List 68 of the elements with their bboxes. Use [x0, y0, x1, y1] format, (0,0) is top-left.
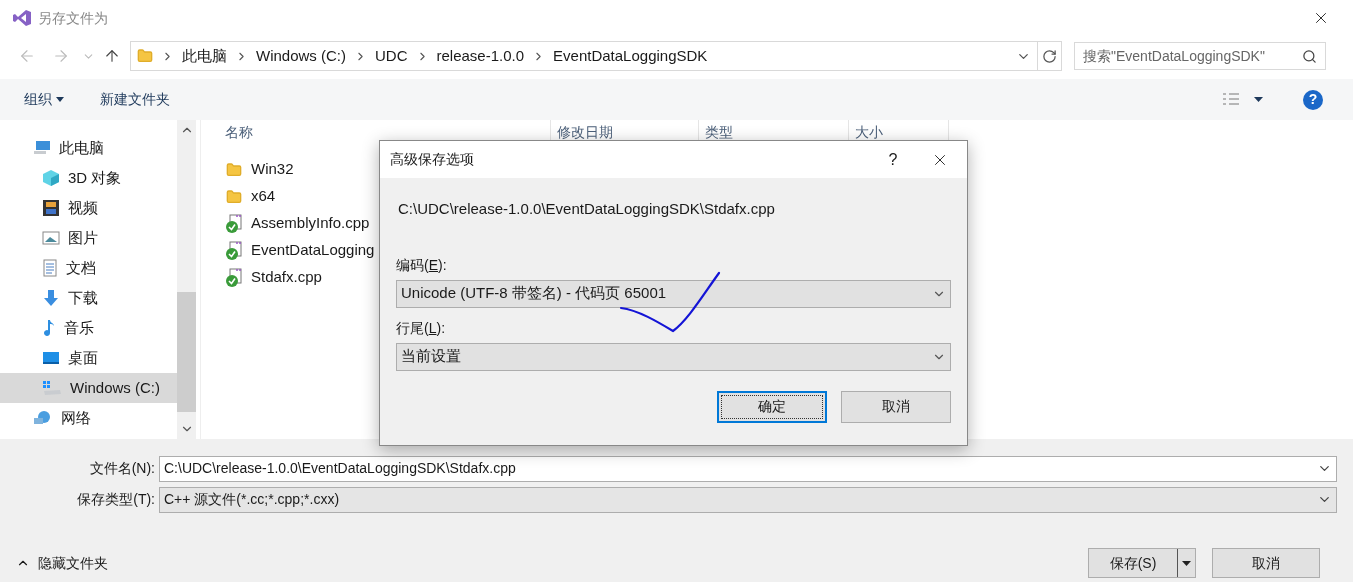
music-note-icon [42, 319, 56, 337]
field-label: 文件名(N): [88, 459, 156, 478]
sidebar-item[interactable]: 视频 [0, 193, 177, 223]
field-label: 行尾(L): [396, 318, 447, 338]
file-row[interactable]: Stdafx.cpp [225, 264, 377, 291]
folder-icon [226, 161, 242, 178]
hide-folders-button[interactable]: 隐藏文件夹 [16, 552, 108, 574]
caret-icon [56, 97, 64, 102]
details-view-icon [1222, 91, 1240, 108]
help-button[interactable]: ? [873, 144, 913, 175]
refresh-icon [1042, 48, 1057, 64]
address-bar[interactable]: 此电脑 Windows (C:) UDC release-1.0.0 EventDataLoggingSDK [130, 41, 1062, 71]
sidebar-item[interactable]: 桌面 [0, 343, 177, 373]
sidebar-item[interactable]: 此电脑 [0, 133, 177, 163]
sidebar-item[interactable]: Windows (C:) [0, 373, 177, 403]
save-split-button[interactable]: 保存(S) [1088, 548, 1196, 578]
image-icon [42, 230, 60, 246]
field-label: 保存类型(T): [76, 490, 156, 509]
sidebar-item[interactable]: 网络 [0, 403, 177, 433]
file-row[interactable]: x64 [225, 183, 377, 210]
drive-icon [42, 380, 62, 396]
sidebar-item[interactable]: 文档 [0, 253, 177, 283]
file-row[interactable]: AssemblyInfo.cpp [225, 210, 377, 237]
sidebar-item[interactable]: 下载 [0, 283, 177, 313]
download-icon [42, 289, 60, 307]
arrow-right-icon [52, 47, 70, 65]
breadcrumb[interactable]: release-1.0.0 [436, 44, 525, 68]
desktop-icon [42, 351, 60, 365]
dialog-title: 高级保存选项 [390, 150, 475, 169]
file-row[interactable]: Win32 [225, 156, 377, 183]
sidebar-item[interactable]: 音乐 [0, 313, 177, 343]
sidebar-item[interactable]: 3D 对象 [0, 163, 177, 193]
cpp-file-icon [225, 267, 243, 288]
cpp-file-icon [225, 240, 243, 261]
document-icon [42, 259, 58, 277]
breadcrumb[interactable]: 此电脑 [182, 44, 227, 68]
breadcrumb[interactable]: EventDataLoggingSDK [553, 44, 708, 68]
file-row[interactable]: EventDataLogging [225, 237, 377, 264]
file-path: C:\UDC\release-1.0.0\EventDataLoggingSDK\Stdafx.cpp [398, 199, 776, 219]
sidebar-item[interactable]: 图片 [0, 223, 177, 253]
film-icon [42, 199, 60, 217]
app-logo-icon [12, 9, 32, 27]
organize-menu-button[interactable]: 组织 [24, 89, 64, 110]
field-label: 编码(E): [396, 255, 448, 275]
cancel-button[interactable]: 取消 [841, 390, 951, 423]
help-button[interactable]: ? [1303, 89, 1323, 110]
window-title: 另存文件为 [38, 8, 108, 28]
file-type-dropdown[interactable]: C++ 源文件(*.cc;*.cpp;*.cxx) [159, 486, 1337, 513]
dropdown[interactable]: Unicode (UTF-8 带签名) - 代码页 65001 [396, 279, 951, 308]
network-icon [33, 410, 53, 426]
ok-button[interactable]: 确定 [717, 390, 827, 423]
computer-icon [33, 140, 51, 156]
cpp-file-icon [225, 213, 243, 234]
folder-icon [226, 188, 242, 205]
cancel-button[interactable]: 取消 [1212, 548, 1320, 578]
file-name-field[interactable]: C:\UDC\release-1.0.0\EventDataLoggingSDK\Stdafx.cpp [159, 455, 1337, 482]
caret-icon [1182, 560, 1191, 566]
caret-icon [1254, 97, 1263, 102]
breadcrumb[interactable]: UDC [375, 44, 408, 68]
view-options-button[interactable] [1222, 91, 1263, 108]
breadcrumb[interactable]: Windows (C:) [256, 44, 346, 68]
search-icon [1302, 48, 1317, 64]
folder-icon [137, 48, 153, 64]
dropdown[interactable]: 当前设置 [396, 342, 951, 371]
scrollbar[interactable] [177, 120, 196, 439]
search-field[interactable]: 搜索"EventDataLoggingSDK" [1074, 42, 1326, 70]
new-folder-button[interactable]: 新建文件夹 [100, 89, 170, 110]
cube-icon [42, 169, 60, 187]
